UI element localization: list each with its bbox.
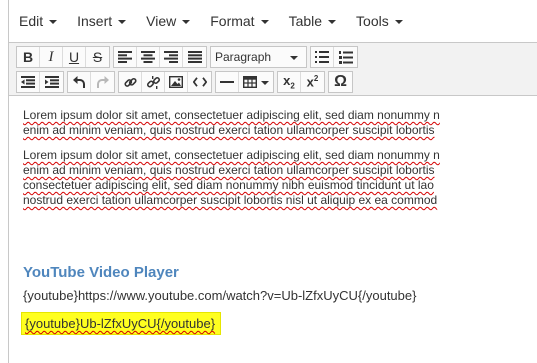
menu-edit[interactable]: Edit [19, 13, 58, 29]
menu-table[interactable]: Table [288, 13, 337, 29]
align-center-icon [141, 51, 155, 63]
link-button[interactable] [119, 72, 142, 92]
rule-table-group [215, 71, 274, 93]
menu-edit-label: Edit [19, 13, 44, 29]
underline-button[interactable]: U [63, 47, 86, 67]
italic-icon: I [48, 48, 54, 65]
paragraph-line: enim ad minim veniam, quis nostrud exerc… [23, 123, 435, 137]
redo-button[interactable] [91, 72, 114, 92]
subscript-button[interactable]: x2 [278, 72, 301, 92]
superscript-mark: 2 [313, 74, 319, 84]
strikethrough-icon: S [92, 49, 103, 65]
indent-button[interactable] [40, 72, 63, 92]
chevron-down-icon [260, 20, 269, 24]
unlink-icon [146, 75, 160, 89]
numbered-list-button[interactable] [334, 47, 357, 67]
special-char-button[interactable]: Ω [329, 72, 352, 92]
format-select-value: Paragraph [215, 50, 272, 64]
format-select-group: Paragraph [210, 46, 307, 68]
editor-content[interactable]: Lorem ipsum dolor sit amet, consectetuer… [23, 108, 537, 218]
superscript-icon: x2 [307, 74, 319, 89]
align-left-icon [118, 51, 132, 63]
toolbar: B I U S Paragraph x2 x2 Ω [9, 43, 537, 96]
chevron-down-icon [49, 20, 58, 24]
paragraph-line: enim ad minim veniam, quis nostrud exerc… [23, 163, 435, 177]
redo-icon [96, 76, 109, 88]
special-char-group: Ω [328, 71, 353, 93]
align-justify-button[interactable] [183, 47, 206, 67]
underline-icon: U [68, 49, 80, 65]
superscript-letter: x [306, 74, 314, 90]
chevron-down-icon [261, 81, 269, 85]
chevron-down-icon [394, 20, 403, 24]
video-heading: YouTube Video Player [23, 264, 179, 281]
indent-group [16, 71, 64, 93]
menu-view-label: View [146, 13, 177, 29]
rich-text-editor: Edit Insert View Format Table Tools B I … [8, 0, 537, 363]
horizontal-rule-button[interactable] [216, 72, 239, 92]
strikethrough-button[interactable]: S [86, 47, 109, 67]
format-select[interactable]: Paragraph [211, 47, 306, 67]
table-icon [243, 76, 257, 88]
paragraph-1: Lorem ipsum dolor sit amet, consectetuer… [23, 108, 537, 138]
image-icon [169, 76, 183, 88]
outdent-button[interactable] [17, 72, 40, 92]
menu-view[interactable]: View [146, 13, 191, 29]
chevron-down-icon [328, 20, 337, 24]
insert-group [118, 71, 212, 93]
subscript-mark: 2 [290, 81, 295, 91]
image-button[interactable] [165, 72, 188, 92]
align-right-icon [164, 51, 178, 63]
paragraph-line: Lorem ipsum dolor sit amet, consectetuer… [23, 108, 440, 122]
chevron-down-icon [118, 20, 127, 24]
history-group [67, 71, 115, 93]
table-button[interactable] [239, 72, 273, 92]
menu-format[interactable]: Format [210, 13, 269, 29]
bullet-list-button[interactable] [311, 47, 334, 67]
chevron-down-icon [182, 20, 191, 24]
indent-icon [44, 76, 59, 88]
code-button[interactable] [188, 72, 211, 92]
align-left-button[interactable] [114, 47, 137, 67]
subscript-icon: x2 [283, 73, 295, 91]
link-icon [123, 77, 137, 87]
bold-icon: B [22, 49, 34, 65]
list-group [310, 46, 358, 68]
menu-tools-label: Tools [356, 13, 389, 29]
undo-icon [73, 76, 85, 88]
menu-insert[interactable]: Insert [77, 13, 127, 29]
numbered-list-icon [338, 50, 353, 64]
menu-tools[interactable]: Tools [356, 13, 403, 29]
code-icon [192, 77, 207, 87]
highlighted-youtube-code: {youtube}Ub-lZfxUyCU{/youtube} [21, 312, 222, 335]
toolbar-row-2: x2 x2 Ω [16, 70, 356, 94]
menu-insert-label: Insert [77, 13, 113, 29]
outdent-icon [21, 76, 35, 88]
align-center-button[interactable] [137, 47, 160, 67]
paragraph-line: nostrud exerci tation ullamcorper suscip… [23, 193, 438, 207]
unlink-button[interactable] [142, 72, 165, 92]
align-justify-icon [187, 51, 202, 63]
toolbar-row-1: B I U S Paragraph [16, 45, 361, 69]
video-url-text: {youtube}https://www.youtube.com/watch?v… [23, 288, 417, 303]
text-style-group: B I U S [16, 46, 110, 68]
paragraph-2: Lorem ipsum dolor sit amet, consectetuer… [23, 148, 537, 208]
paragraph-line: consectetuer adipiscing elit, sed diam n… [23, 178, 434, 192]
undo-button[interactable] [68, 72, 91, 92]
menu-format-label: Format [210, 13, 255, 29]
bullet-list-icon [315, 51, 329, 63]
menu-table-label: Table [288, 13, 323, 29]
align-right-button[interactable] [160, 47, 183, 67]
paragraph-line: Lorem ipsum dolor sit amet, consectetuer… [23, 148, 440, 162]
chevron-down-icon [290, 56, 298, 60]
italic-button[interactable]: I [40, 47, 63, 67]
bold-button[interactable]: B [17, 47, 40, 67]
horizontal-rule-icon [220, 81, 234, 83]
script-group: x2 x2 [277, 71, 325, 93]
menubar: Edit Insert View Format Table Tools [9, 0, 537, 43]
omega-icon: Ω [334, 73, 347, 90]
alignment-group [113, 46, 207, 68]
superscript-button[interactable]: x2 [301, 72, 324, 92]
